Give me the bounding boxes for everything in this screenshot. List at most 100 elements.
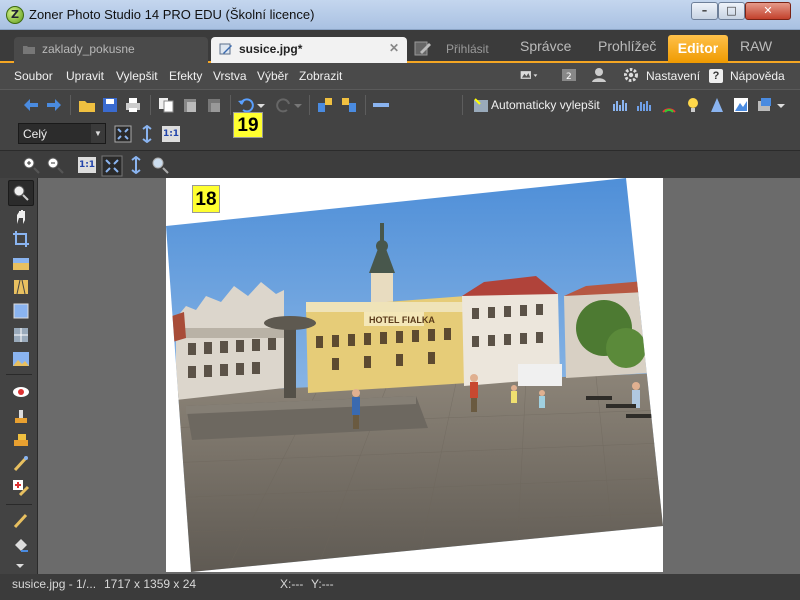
zoner-app-icon: Z — [6, 6, 24, 24]
tab-raw[interactable]: RAW — [740, 38, 772, 61]
minimize-button[interactable]: – — [691, 2, 718, 20]
tool-divider — [6, 374, 32, 375]
zoom-actual-size-button[interactable]: 1:1 — [78, 157, 96, 173]
sharpen-icon[interactable] — [708, 96, 726, 114]
user-icon[interactable] — [590, 67, 608, 83]
login-link[interactable]: Přihlásit — [446, 42, 489, 65]
zoom-out-icon[interactable] — [46, 156, 64, 174]
clone-stamp-icon[interactable] — [12, 407, 30, 425]
redo-icon[interactable] — [275, 96, 293, 114]
rotate-right-icon[interactable] — [340, 96, 358, 114]
levels-icon[interactable] — [612, 96, 630, 114]
zoom-1to1-button[interactable]: 1:1 — [162, 126, 180, 142]
hotel-sign: HOTEL FIALKA — [369, 315, 435, 325]
horizon-icon[interactable] — [12, 255, 30, 273]
fit-screen-icon[interactable] — [101, 155, 123, 177]
menu-upravit[interactable]: Upravit — [66, 69, 104, 83]
spot-fix-icon[interactable] — [12, 479, 30, 497]
menu-vylepsit[interactable]: Vylepšit — [116, 69, 158, 83]
rotate-left-icon[interactable] — [316, 96, 334, 114]
frame-icon[interactable] — [12, 302, 30, 320]
zoom-in-icon[interactable] — [22, 156, 40, 174]
zoom-tool-icon[interactable] — [12, 184, 30, 202]
fit-vertical-icon[interactable] — [127, 156, 145, 174]
tab-editor[interactable]: Editor — [668, 35, 728, 63]
more-tools-icon[interactable] — [372, 96, 390, 114]
hand-pan-icon[interactable] — [12, 208, 30, 226]
folder-icon — [23, 46, 35, 54]
save-icon[interactable] — [101, 96, 119, 114]
redo-dropdown-icon[interactable] — [293, 96, 303, 114]
histogram-dropdown-icon[interactable] — [520, 67, 538, 83]
help-icon: ? — [709, 69, 723, 83]
menu-vyber[interactable]: Výběr — [257, 69, 288, 83]
svg-text:2: 2 — [566, 72, 572, 82]
status-dimensions: 1717 x 1359 x 24 — [104, 577, 197, 591]
export-dropdown-icon[interactable] — [776, 96, 786, 114]
forward-arrow-icon[interactable] — [45, 96, 63, 114]
photo-susice[interactable]: HOTEL FIALKA — [166, 178, 663, 572]
landscape-icon[interactable] — [12, 350, 30, 368]
tab-prohlizec[interactable]: Prohlížeč — [598, 38, 656, 61]
copy-icon[interactable] — [157, 96, 175, 114]
zoom-fit-select[interactable]: Celý ▼ — [18, 123, 106, 144]
paste-icon[interactable] — [181, 96, 199, 114]
more-tools-down-icon[interactable] — [15, 557, 25, 575]
fit-window-icon[interactable] — [114, 125, 132, 143]
zoom-fit-value: Celý — [23, 127, 48, 141]
photo-adjust-icon[interactable] — [732, 96, 750, 114]
tab-close-icon[interactable]: ✕ — [389, 41, 399, 55]
window-title: Zoner Photo Studio 14 PRO EDU (Školní li… — [29, 7, 315, 22]
auto-enhance-icon[interactable] — [472, 96, 490, 114]
fill-bucket-icon[interactable] — [12, 536, 30, 554]
menu-efekty[interactable]: Efekty — [169, 69, 202, 83]
lightbulb-icon[interactable] — [684, 96, 702, 114]
chevron-down-icon: ▼ — [91, 124, 105, 143]
tab-spravce[interactable]: Správce — [520, 38, 571, 61]
menu-soubor[interactable]: Soubor — [14, 69, 53, 83]
status-x-coordinate: X:--- — [280, 577, 304, 591]
settings-menu[interactable]: Nastavení — [646, 69, 700, 83]
zoom-toolbar: Celý ▼ 1:1 — [0, 119, 800, 150]
tab-label: zaklady_pokusne — [42, 42, 135, 56]
color-shift-icon[interactable] — [660, 96, 678, 114]
view-toolbar: 1:1 — [0, 150, 800, 178]
gear-icon[interactable] — [622, 67, 640, 83]
red-eye-icon[interactable] — [12, 383, 30, 401]
healing-brush-icon[interactable] — [12, 431, 30, 449]
retouch-brush-icon[interactable] — [12, 455, 30, 473]
status-bar: susice.jpg - 1/... 1717 x 1359 x 24 X:--… — [0, 574, 800, 600]
tab-susice[interactable]: susice.jpg* ✕ — [211, 37, 407, 63]
tool-divider — [6, 504, 32, 505]
status-y-coordinate: Y:--- — [311, 577, 334, 591]
menu-vrstva[interactable]: Vrstva — [213, 69, 247, 83]
status-filename: susice.jpg - 1/... — [12, 577, 97, 591]
magnifier-icon[interactable] — [151, 156, 169, 174]
edit-pencil-icon[interactable] — [414, 39, 432, 57]
menu-zobrazit[interactable]: Zobrazit — [299, 69, 342, 83]
close-button[interactable]: ✕ — [745, 2, 791, 20]
menu-bar: Soubor Upravit Vylepšit Efekty Vrstva Vý… — [0, 63, 800, 89]
open-folder-icon[interactable] — [78, 96, 96, 114]
distortion-icon[interactable] — [12, 326, 30, 344]
perspective-icon[interactable] — [12, 278, 30, 296]
image-edit-icon — [219, 43, 232, 55]
page-number-icon[interactable]: 2 — [560, 67, 578, 83]
crop-icon[interactable] — [12, 230, 30, 248]
maximize-button[interactable]: □ — [718, 2, 745, 20]
curves-icon[interactable] — [636, 96, 654, 114]
brush-icon[interactable] — [12, 512, 30, 530]
auto-enhance-label[interactable]: Automaticky vylepšit — [491, 98, 600, 112]
tab-label: susice.jpg* — [239, 42, 303, 56]
paste-special-icon[interactable] — [205, 96, 223, 114]
export-icon[interactable] — [756, 96, 774, 114]
window-titlebar: Z Zoner Photo Studio 14 PRO EDU (Školní … — [0, 0, 800, 30]
tab-zaklady-pokusne[interactable]: zaklady_pokusne — [14, 37, 208, 63]
fit-height-icon[interactable] — [138, 125, 156, 143]
help-menu[interactable]: Nápověda — [730, 69, 785, 83]
back-arrow-icon[interactable] — [22, 96, 40, 114]
main-toolbar: Automaticky vylepšit — [0, 89, 800, 119]
print-icon[interactable] — [124, 96, 142, 114]
annotation-badge-18: 18 — [192, 185, 220, 213]
left-tool-panel — [0, 178, 38, 574]
